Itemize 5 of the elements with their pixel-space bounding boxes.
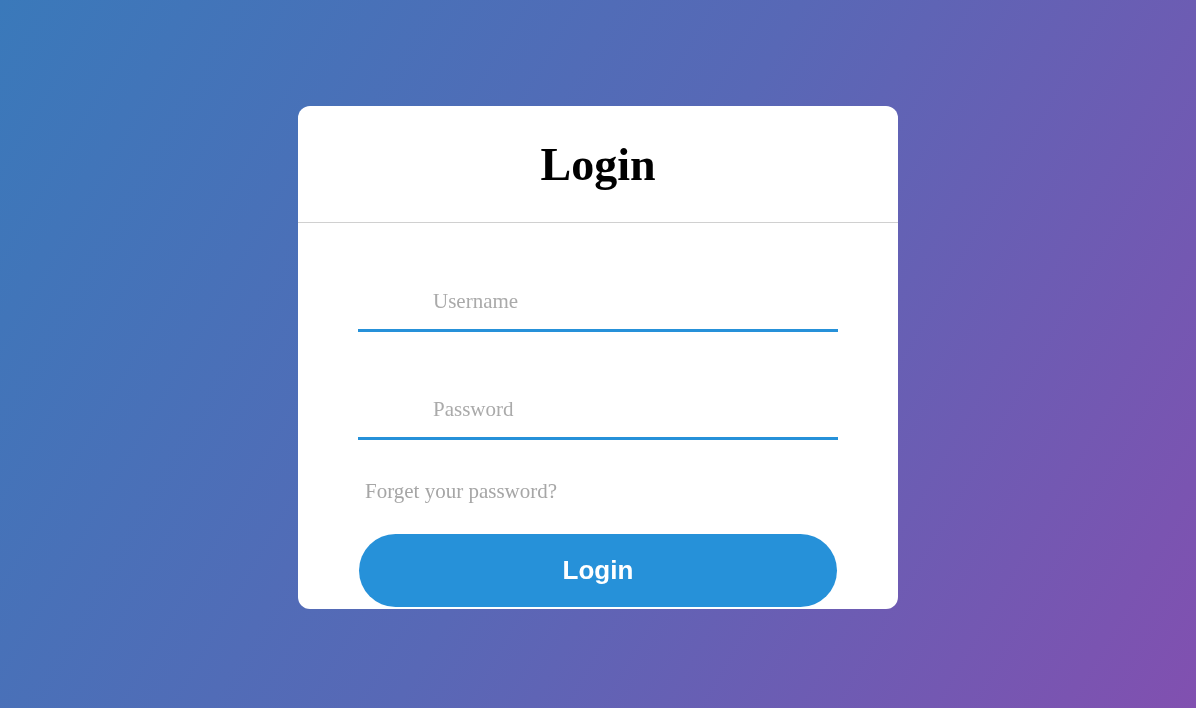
password-field[interactable]: Password xyxy=(358,388,838,440)
username-field[interactable]: Username xyxy=(358,280,838,332)
card-title: Login xyxy=(298,106,898,223)
login-button[interactable]: Login xyxy=(359,534,837,607)
forgot-password-link[interactable]: Forget your password? xyxy=(365,478,558,504)
